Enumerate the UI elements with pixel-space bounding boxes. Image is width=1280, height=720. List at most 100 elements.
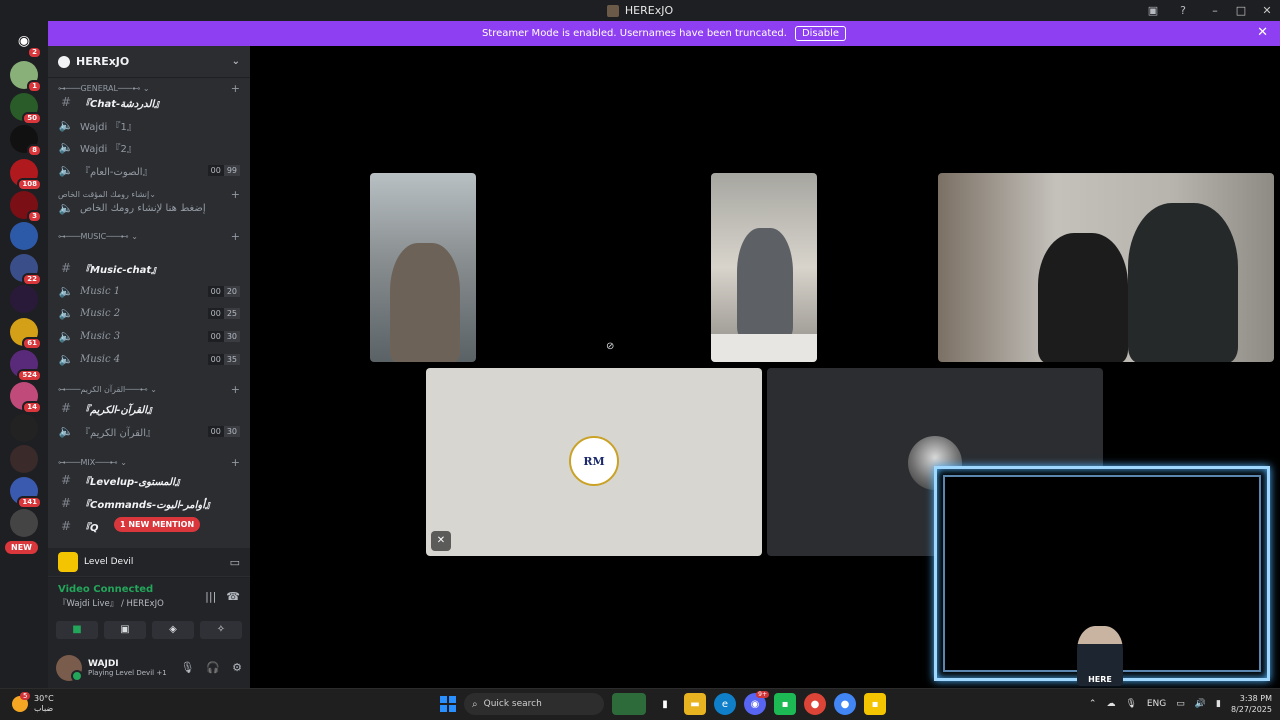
server-icon[interactable]: 1 [10,61,42,93]
widget-icon[interactable] [612,693,646,715]
task-view-icon[interactable]: ▮ [654,693,676,715]
avatar: RM [569,436,619,486]
channel-quran-voice[interactable]: 🔈 『القرآن الكريم』 00 30 [58,421,240,441]
volume-icon[interactable]: 🔊 [1195,699,1206,709]
discord-home-icon[interactable]: ◉ 2 [10,27,42,59]
channel-temp-create[interactable]: 🔈 إضغط هنا لإنشاء رومك الخاص [58,198,240,218]
start-button[interactable] [440,696,456,712]
noise-suppression-icon[interactable]: ||| [205,590,216,603]
discord-icon[interactable]: ◉ 9+ [744,691,769,715]
app-icon[interactable]: ▪ [774,693,796,715]
category-mix[interactable]: ⊶─── MIX ───⊷ ⌄ + [58,456,240,469]
video-hidden-icon[interactable]: ⊘ [606,341,614,352]
user-panel[interactable]: WAJDI Playing Level Devil +1 🎙 🎧 ⚙ [48,647,250,688]
stream-icon[interactable]: ▭ [230,556,240,569]
battery-icon[interactable]: ▮ [1216,699,1221,709]
video-tile[interactable] [938,173,1274,362]
speaker-icon: 🔈 [58,118,74,132]
server-icon[interactable] [10,285,38,313]
add-channel-icon[interactable]: + [231,383,240,396]
user-count: 00 [207,330,224,342]
server-icon[interactable]: 14 [10,382,42,414]
user-count: 00 [207,425,224,437]
channel-commands[interactable]: # 『Commands-أوامر-البوت』 [58,493,240,513]
help-icon[interactable]: ? [1176,3,1190,17]
channel-label: Music 1 [80,285,121,297]
maximize-button[interactable]: □ [1228,4,1254,17]
camera-button[interactable]: ■ [56,621,98,639]
temperature: 30°C [34,694,54,703]
new-mention-pill[interactable]: 1 NEW MENTION [114,517,201,532]
server-header[interactable]: HERExJO ⌄ [48,46,250,78]
language-indicator[interactable]: ENG [1147,699,1166,709]
channel-levelup[interactable]: # 『Levelup-المستوى』 [58,470,240,490]
channel-music-chat[interactable]: # 『Music-chat』 [58,258,240,278]
clock[interactable]: 3:38 PM 8/27/2025 [1231,693,1272,715]
soundboard-button[interactable]: ✧ [200,621,242,639]
close-icon[interactable]: ✕ [1257,25,1268,40]
edge-icon[interactable]: e [714,693,736,715]
server-icon[interactable]: 524 [10,350,42,382]
hash-icon: # [60,496,72,510]
channel-wajdi-1[interactable]: 🔈 Wajdi 『1』 [58,115,240,135]
new-unreads-pill[interactable]: NEW [5,541,38,554]
cloud-icon[interactable]: ☁ [1106,699,1115,709]
channel-label: Wajdi 『2』 [80,143,137,155]
server-icon[interactable]: 50 [10,93,42,125]
search-input[interactable]: ⌕ Quick search [464,693,604,715]
channel-chat[interactable]: # 『Chat-الدردشة』 [58,92,240,112]
speaker-icon: 🔈 [58,306,74,320]
video-tile[interactable] [370,173,476,362]
channel-quran-text[interactable]: # 『القرآن-الكريم』 [58,398,240,418]
participant-tile[interactable]: RM ✕ [426,368,762,556]
server-icon[interactable] [10,222,38,250]
screen-share-icon[interactable]: ▣ [1146,3,1160,17]
chevron-up-icon[interactable]: ⌃ [1089,699,1097,709]
close-window-button[interactable]: ✕ [1254,4,1280,17]
gaming-chair [1038,233,1128,362]
server-icon[interactable] [10,509,38,537]
add-channel-icon[interactable]: + [231,456,240,469]
channel-label: 『Commands-أوامر-البوت』 [80,499,216,511]
add-channel-icon[interactable]: + [231,230,240,243]
avatar[interactable] [56,654,83,682]
server-icon[interactable]: 8 [10,125,42,157]
category-quran[interactable]: ⊶─── القرآن الكريم ───⊷ ⌄ + [58,383,240,396]
server-icon[interactable]: 22 [10,254,42,286]
chrome-profile-icon[interactable]: ● [834,693,856,715]
settings-icon[interactable]: ⚙ [232,661,242,674]
minimize-button[interactable]: – [1202,4,1228,17]
server-icon[interactable] [10,445,38,473]
microphone-icon[interactable]: 🎙 [180,661,194,674]
category-music[interactable]: ⊶─── MUSIC ───⊷ ⌄ + [58,230,240,243]
video-tile[interactable] [711,173,817,362]
badge: 1 [27,80,42,93]
disable-button[interactable]: Disable [794,26,847,41]
channel-music-3[interactable]: 🔈 Music 3 00 30 [58,326,240,346]
microphone-icon[interactable]: 🎙 [1125,699,1136,709]
channel-wajdi-2[interactable]: 🔈 Wajdi 『2』 [58,137,240,157]
channel-music-4[interactable]: 🔈 Music 4 00 35 [58,349,240,369]
chrome-icon[interactable]: ● [804,693,826,715]
server-icon[interactable]: 108 [10,159,42,191]
disconnect-icon[interactable]: ☎ [226,590,240,603]
channel-music-1[interactable]: 🔈 Music 1 00 20 [58,281,240,301]
channel-music-2[interactable]: 🔈 Music 2 00 25 [58,303,240,323]
user-limit: 00 25 [207,307,240,319]
server-icon[interactable]: 61 [10,318,42,350]
user-count: 00 [207,164,224,176]
network-icon[interactable]: ▭ [1176,699,1185,709]
game-icon[interactable]: ▪ [864,693,886,715]
activities-button[interactable]: ◈ [152,621,194,639]
speaker-icon: 🔈 [58,163,74,177]
screen-share-button[interactable]: ▣ [104,621,146,639]
chevron-down-icon[interactable]: ⌄ [232,56,240,67]
weather-widget[interactable]: 5 30°C ضباب [12,692,54,714]
activity-panel[interactable]: Level Devil ▭ [48,548,250,576]
server-icon[interactable]: 3 [10,191,42,223]
server-icon[interactable]: 141 [10,477,42,509]
channel-sound[interactable]: 🔈 『الصوت-العام』 00 99 [58,160,240,180]
file-explorer-icon[interactable]: ▬ [684,693,706,715]
server-icon[interactable] [10,414,38,442]
headphones-icon[interactable]: 🎧 [206,661,220,674]
